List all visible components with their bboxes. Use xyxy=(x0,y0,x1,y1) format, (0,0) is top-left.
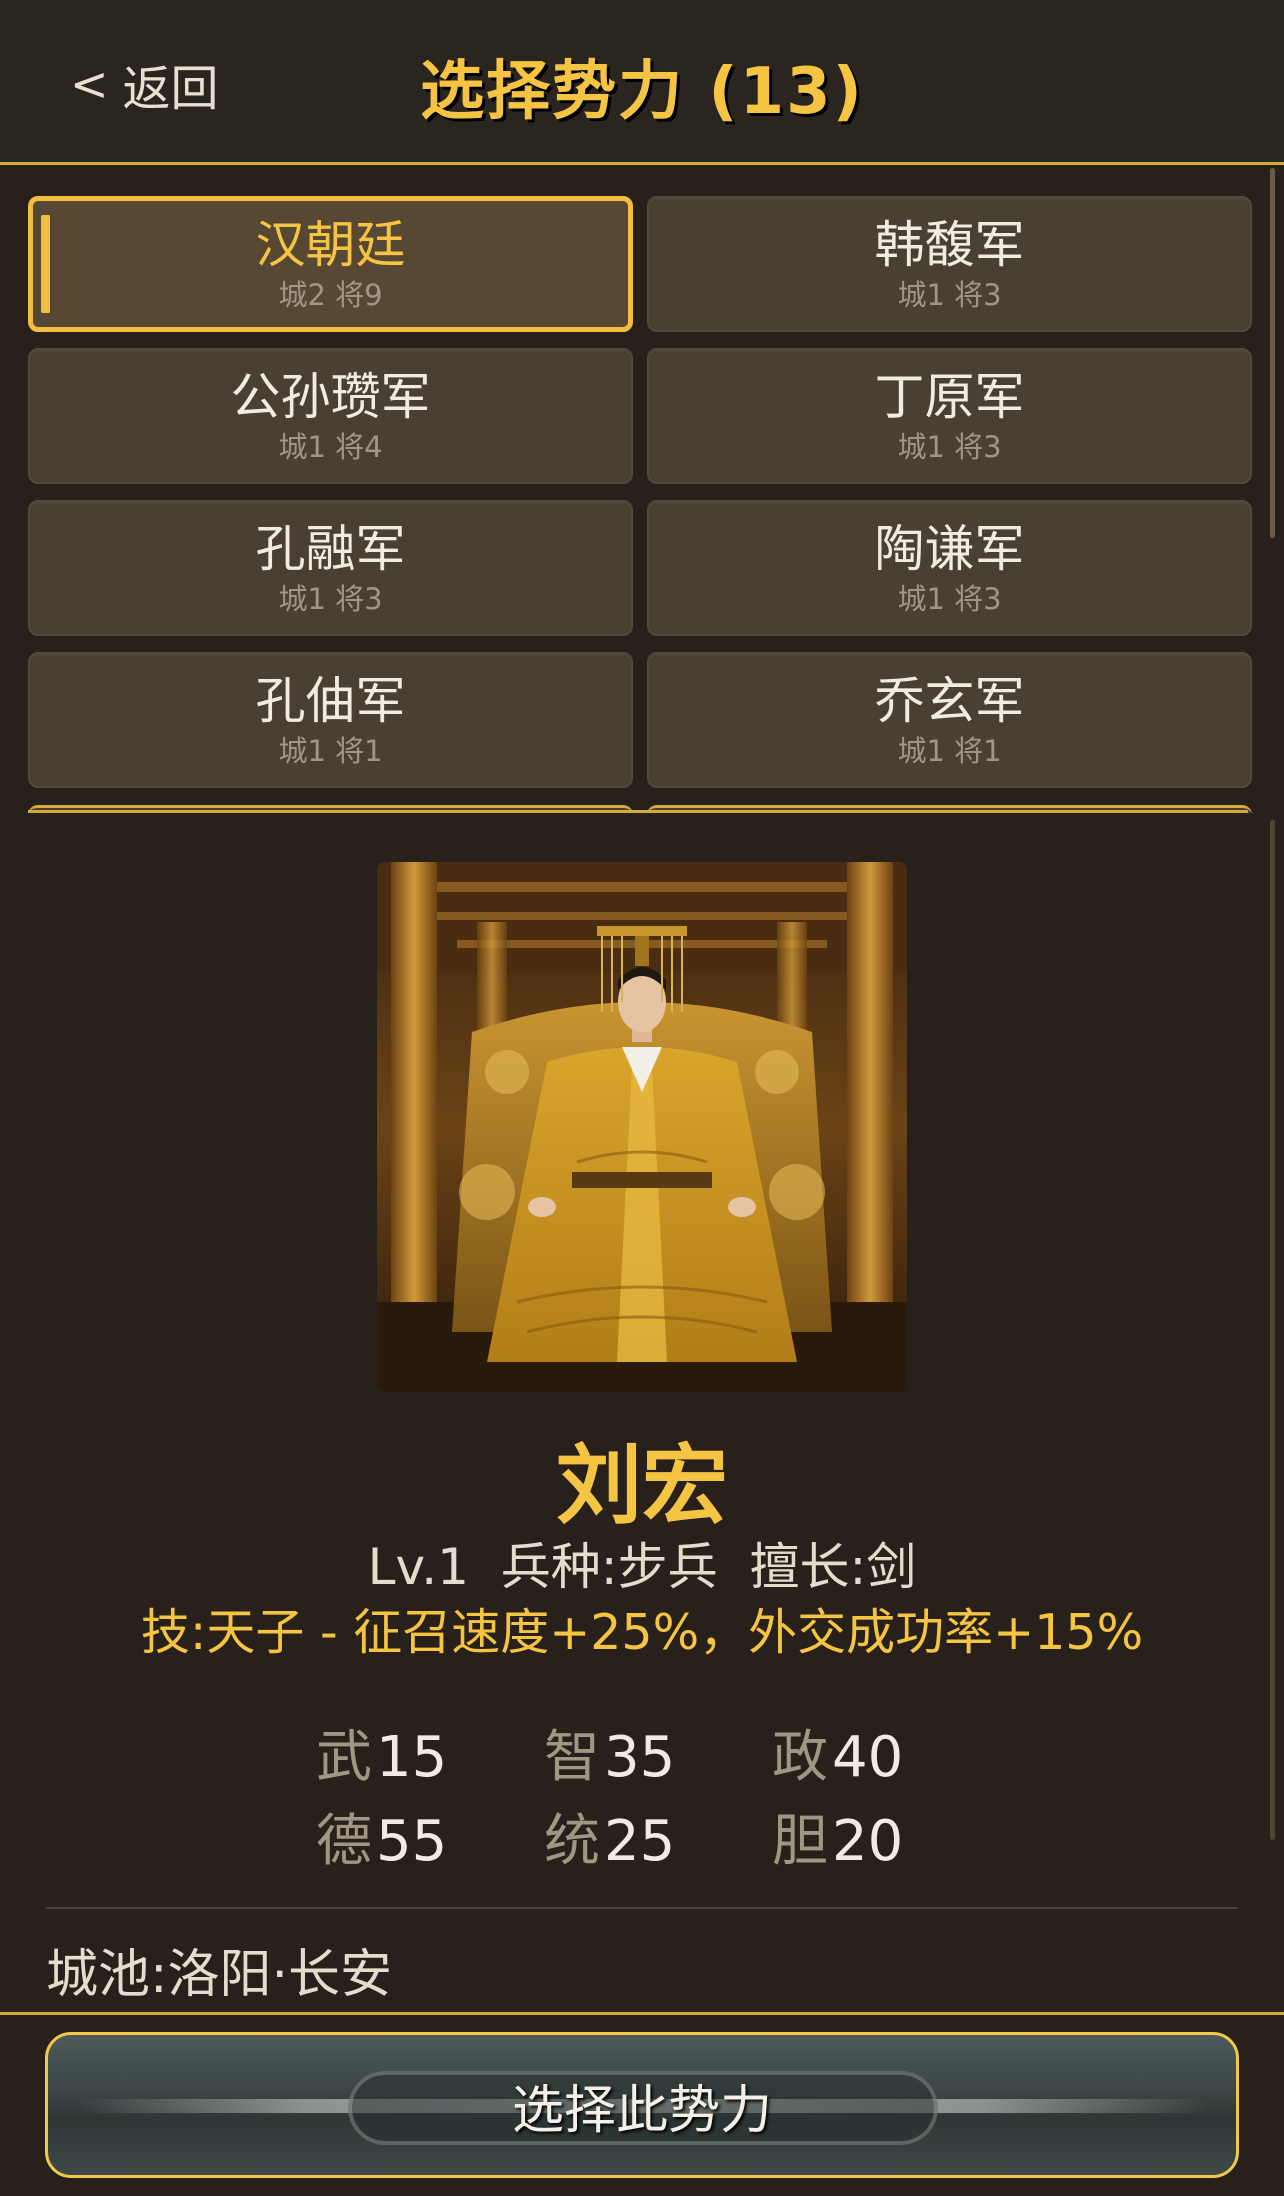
stat-value: 35 xyxy=(604,1725,676,1790)
faction-card[interactable]: 韩馥军 城1 将3 xyxy=(647,196,1252,332)
stat-label: 政 xyxy=(772,1725,828,1790)
stat-item: 智 35 xyxy=(544,1722,772,1794)
stat-item: 胆 20 xyxy=(772,1806,1000,1878)
leader-info: Lv.1 兵种:步兵 擅长:剑 xyxy=(367,1538,917,1596)
select-faction-button[interactable]: 选择此势力 xyxy=(45,2032,1239,2178)
faction-name: 孔伷军 xyxy=(255,672,406,730)
detail-scrollbar[interactable] xyxy=(1270,820,1275,1840)
faction-card[interactable]: 孔融军 城1 将3 xyxy=(28,500,633,636)
faction-stats: 城1 将3 xyxy=(278,582,383,616)
faction-list[interactable]: 汉朝廷 城2 将9 韩馥军 城1 将3 公孙瓒军 城1 将4 丁原军 城1 将3… xyxy=(0,168,1284,813)
top-bar: < 返回 选择势力 (13) xyxy=(0,0,1284,165)
faction-stats: 城1 将3 xyxy=(897,582,1002,616)
faction-stats: 城1 将1 xyxy=(897,734,1002,768)
stat-value: 40 xyxy=(832,1725,904,1790)
leader-skill: 技:天子 - 征召速度+25%，外交成功率+15% xyxy=(140,1604,1144,1661)
stat-item: 统 25 xyxy=(544,1806,772,1878)
faction-name: 韩馥军 xyxy=(874,216,1025,274)
faction-name: 乔玄军 xyxy=(874,672,1025,730)
leader-portrait xyxy=(377,862,907,1392)
page-title: 选择势力 (13) xyxy=(420,55,864,129)
stat-item: 政 40 xyxy=(772,1722,1000,1794)
stat-label: 胆 xyxy=(772,1809,828,1874)
stat-label: 智 xyxy=(544,1725,600,1790)
stat-value: 25 xyxy=(604,1809,676,1874)
faction-stats: 城2 将9 xyxy=(278,278,383,312)
leader-stats: 武 15 智 35 政 40 德 55 统 25 胆 20 xyxy=(316,1722,1016,1878)
faction-name: 公孙瓒军 xyxy=(230,368,431,426)
faction-name: 汉朝廷 xyxy=(255,216,406,274)
faction-list-scrollbar[interactable] xyxy=(1270,168,1275,538)
faction-stats: 城1 将3 xyxy=(897,278,1002,312)
leader-name: 刘宏 xyxy=(556,1436,728,1536)
stat-value: 15 xyxy=(376,1725,448,1790)
stat-label: 统 xyxy=(544,1809,600,1874)
stat-label: 武 xyxy=(316,1725,372,1790)
faction-stats: 城1 将4 xyxy=(278,430,383,464)
faction-stats: 城1 将1 xyxy=(278,734,383,768)
emperor-on-throne-portrait xyxy=(377,862,907,1392)
faction-name: 孔融军 xyxy=(255,520,406,578)
stat-value: 20 xyxy=(832,1809,904,1874)
faction-card[interactable]: 孔伷军 城1 将1 xyxy=(28,652,633,788)
faction-stats: 城1 将3 xyxy=(897,430,1002,464)
faction-card[interactable]: 乔玄军 城1 将1 xyxy=(647,652,1252,788)
faction-card[interactable]: 汉朝廷 城2 将9 xyxy=(28,196,633,332)
faction-name: 陶谦军 xyxy=(874,520,1025,578)
stat-item: 武 15 xyxy=(316,1722,544,1794)
cities-list: 城池:洛阳·长安 xyxy=(46,1945,393,2005)
stats-divider xyxy=(46,1907,1238,1909)
stat-item: 德 55 xyxy=(316,1806,544,1878)
stat-label: 德 xyxy=(316,1809,372,1874)
faction-card[interactable]: 陶谦军 城1 将3 xyxy=(647,500,1252,636)
faction-card[interactable]: 丁原军 城1 将3 xyxy=(647,348,1252,484)
faction-card[interactable]: 公孙瓒军 城1 将4 xyxy=(28,348,633,484)
faction-grid: 汉朝廷 城2 将9 韩馥军 城1 将3 公孙瓒军 城1 将4 丁原军 城1 将3… xyxy=(28,196,1252,788)
section-divider xyxy=(28,810,1248,813)
faction-name: 丁原军 xyxy=(874,368,1025,426)
stat-value: 55 xyxy=(376,1809,448,1874)
select-faction-label: 选择此势力 xyxy=(511,2080,772,2141)
